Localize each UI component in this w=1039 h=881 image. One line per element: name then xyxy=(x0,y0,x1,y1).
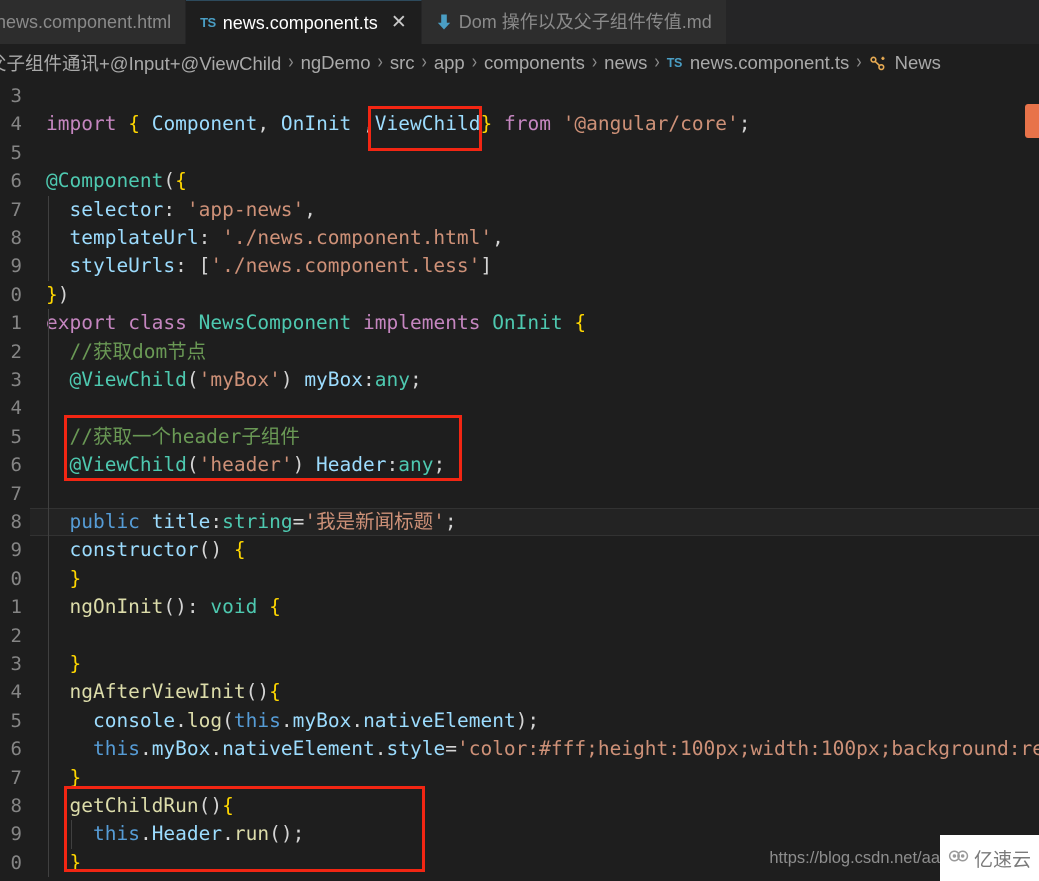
line-number: 0 xyxy=(10,283,22,306)
breadcrumb-separator-icon: › xyxy=(421,51,427,73)
line-number: 0 xyxy=(10,851,22,874)
code-line-23: @ViewChild('myBox') myBox:any; xyxy=(69,368,422,391)
typescript-file-icon: TS xyxy=(200,15,216,30)
line-number: 9 xyxy=(10,255,22,278)
code-content[interactable]: import { Component, OnInit ,ViewChild} f… xyxy=(46,82,1039,881)
line-number: 7 xyxy=(10,198,22,221)
close-icon[interactable]: ✕ xyxy=(391,13,407,32)
line-number: 5 xyxy=(10,141,22,164)
breadcrumb-item-src[interactable]: src xyxy=(390,52,415,74)
breadcrumb-label: news.component.ts xyxy=(689,52,850,73)
breadcrumb-item-app[interactable]: app xyxy=(434,52,465,74)
breadcrumb-label: app xyxy=(433,52,465,73)
class-symbol-icon xyxy=(869,55,886,72)
line-number-gutter: 3 4 5 6 7 8 9 0 1 2 3 4 5 6 7 8 9 0 1 2 … xyxy=(0,82,30,881)
watermark-badge-text: 亿速云 xyxy=(973,849,1031,871)
breadcrumb-label: src xyxy=(389,52,415,73)
indent-guide xyxy=(48,195,49,281)
code-line-18: templateUrl: './news.component.html', xyxy=(46,226,504,249)
code-line-22: //获取dom节点 xyxy=(46,339,207,363)
breadcrumb-separator-icon: › xyxy=(288,51,294,73)
breadcrumb-label: ngDemo xyxy=(300,52,371,73)
breadcrumb-item-ngdemo[interactable]: ngDemo xyxy=(301,52,371,74)
tab-label: news.component.ts xyxy=(222,12,378,33)
code-line-16: @Component({ xyxy=(46,169,187,193)
line-number: 3 xyxy=(10,653,22,675)
code-line-34: ngAfterViewInit(){ xyxy=(69,680,281,704)
line-number: 2 xyxy=(10,624,22,647)
breadcrumb: 父子组件通讯+@Input+@ViewChild › ngDemo › src … xyxy=(0,44,1039,82)
line-number: 0 xyxy=(10,567,22,590)
line-number: 7 xyxy=(10,482,22,505)
line-number: 6 xyxy=(10,170,22,193)
code-line-19: styleUrls: ['./news.component.less'] xyxy=(46,254,493,278)
code-line-20: }) xyxy=(46,282,70,306)
code-line-33: } xyxy=(69,652,82,675)
vscode-window: news.component.html TS news.component.ts… xyxy=(0,0,1039,881)
breadcrumb-label: news xyxy=(604,52,648,73)
line-number: 8 xyxy=(10,795,22,817)
breadcrumb-separator-icon: › xyxy=(591,51,598,73)
line-number: 9 xyxy=(10,823,22,846)
code-line-35: console.log(this.myBox.nativeElement); xyxy=(92,708,540,732)
tab-news-component-ts[interactable]: TS news.component.ts ✕ xyxy=(186,0,422,44)
indent-guide xyxy=(48,309,49,878)
line-number: 9 xyxy=(10,539,22,562)
code-line-29: constructor() { xyxy=(69,538,246,562)
breadcrumb-separator-icon: › xyxy=(377,51,383,73)
breadcrumb-item-file[interactable]: TS news.component.ts xyxy=(667,52,850,74)
typescript-file-icon: TS xyxy=(666,56,683,70)
breadcrumb-separator-icon: › xyxy=(856,51,862,73)
watermark-url: https://blog.csdn.net/aa xyxy=(769,849,940,867)
code-line-37: } xyxy=(69,765,82,789)
tab-news-component-html[interactable]: news.component.html xyxy=(0,0,187,44)
line-number: 2 xyxy=(10,340,22,363)
tab-dom-md[interactable]: Dom 操作以及父子组件传值.md xyxy=(421,0,727,44)
indent-guide xyxy=(71,820,72,849)
breadcrumb-item-news[interactable]: news xyxy=(604,52,647,74)
line-number: 5 xyxy=(10,709,22,732)
code-line-36: this.myBox.nativeElement.style='color:#f… xyxy=(92,737,1039,761)
code-line-14: import { Component, OnInit ,ViewChild} f… xyxy=(46,112,751,136)
breadcrumb-label: 父子组件通讯+@Input+@ViewChild xyxy=(0,53,282,74)
markdown-file-icon xyxy=(436,13,452,31)
code-line-39: this.Header.run(); xyxy=(92,822,305,846)
code-line-31: ngOnInit(): void { xyxy=(69,595,281,619)
breadcrumb-separator-icon: › xyxy=(654,51,660,73)
code-line-30: } xyxy=(69,566,82,590)
line-number: 5 xyxy=(10,425,22,448)
line-number: 4 xyxy=(10,397,22,420)
breadcrumb-separator-icon: › xyxy=(471,51,478,73)
line-number: 3 xyxy=(10,369,22,391)
code-line-28: public title:string='我是新闻标题'; xyxy=(69,510,457,533)
code-line-25: //获取一个header子组件 xyxy=(46,424,300,448)
breadcrumb-item-project[interactable]: 父子组件通讯+@Input+@ViewChild xyxy=(0,50,281,76)
cloud-icon xyxy=(948,848,970,869)
tab-label: Dom 操作以及父子组件传值.md xyxy=(458,12,712,32)
code-line-17: selector: 'app-news', xyxy=(46,197,317,221)
watermark-badge: 亿速云 xyxy=(940,835,1039,881)
line-number: 4 xyxy=(10,681,22,704)
line-number: 6 xyxy=(10,454,22,477)
line-number: 8 xyxy=(10,511,22,533)
line-number: 1 xyxy=(10,312,22,335)
editor-tab-bar: news.component.html TS news.component.ts… xyxy=(0,0,1039,44)
code-line-26: @ViewChild('header') Header:any; xyxy=(69,453,446,477)
code-editor[interactable]: 3 4 5 6 7 8 9 0 1 2 3 4 5 6 7 8 9 0 1 2 … xyxy=(0,82,1039,881)
line-number: 4 xyxy=(10,113,22,136)
overview-ruler-marker[interactable] xyxy=(1025,104,1039,138)
breadcrumb-label: News xyxy=(894,52,941,73)
line-number: 1 xyxy=(10,596,22,619)
tab-label: news.component.html xyxy=(0,12,172,32)
code-line-21: export class NewsComponent implements On… xyxy=(46,311,587,335)
line-number: 6 xyxy=(10,738,22,761)
breadcrumb-item-components[interactable]: components xyxy=(484,52,585,74)
code-line-40: } xyxy=(69,850,82,874)
line-number: 3 xyxy=(10,85,22,107)
line-number: 8 xyxy=(10,227,22,249)
breadcrumb-item-symbol-news[interactable]: News xyxy=(869,52,941,74)
breadcrumb-label: components xyxy=(484,52,585,73)
code-line-38: getChildRun(){ xyxy=(69,794,234,817)
line-number: 7 xyxy=(10,766,22,789)
